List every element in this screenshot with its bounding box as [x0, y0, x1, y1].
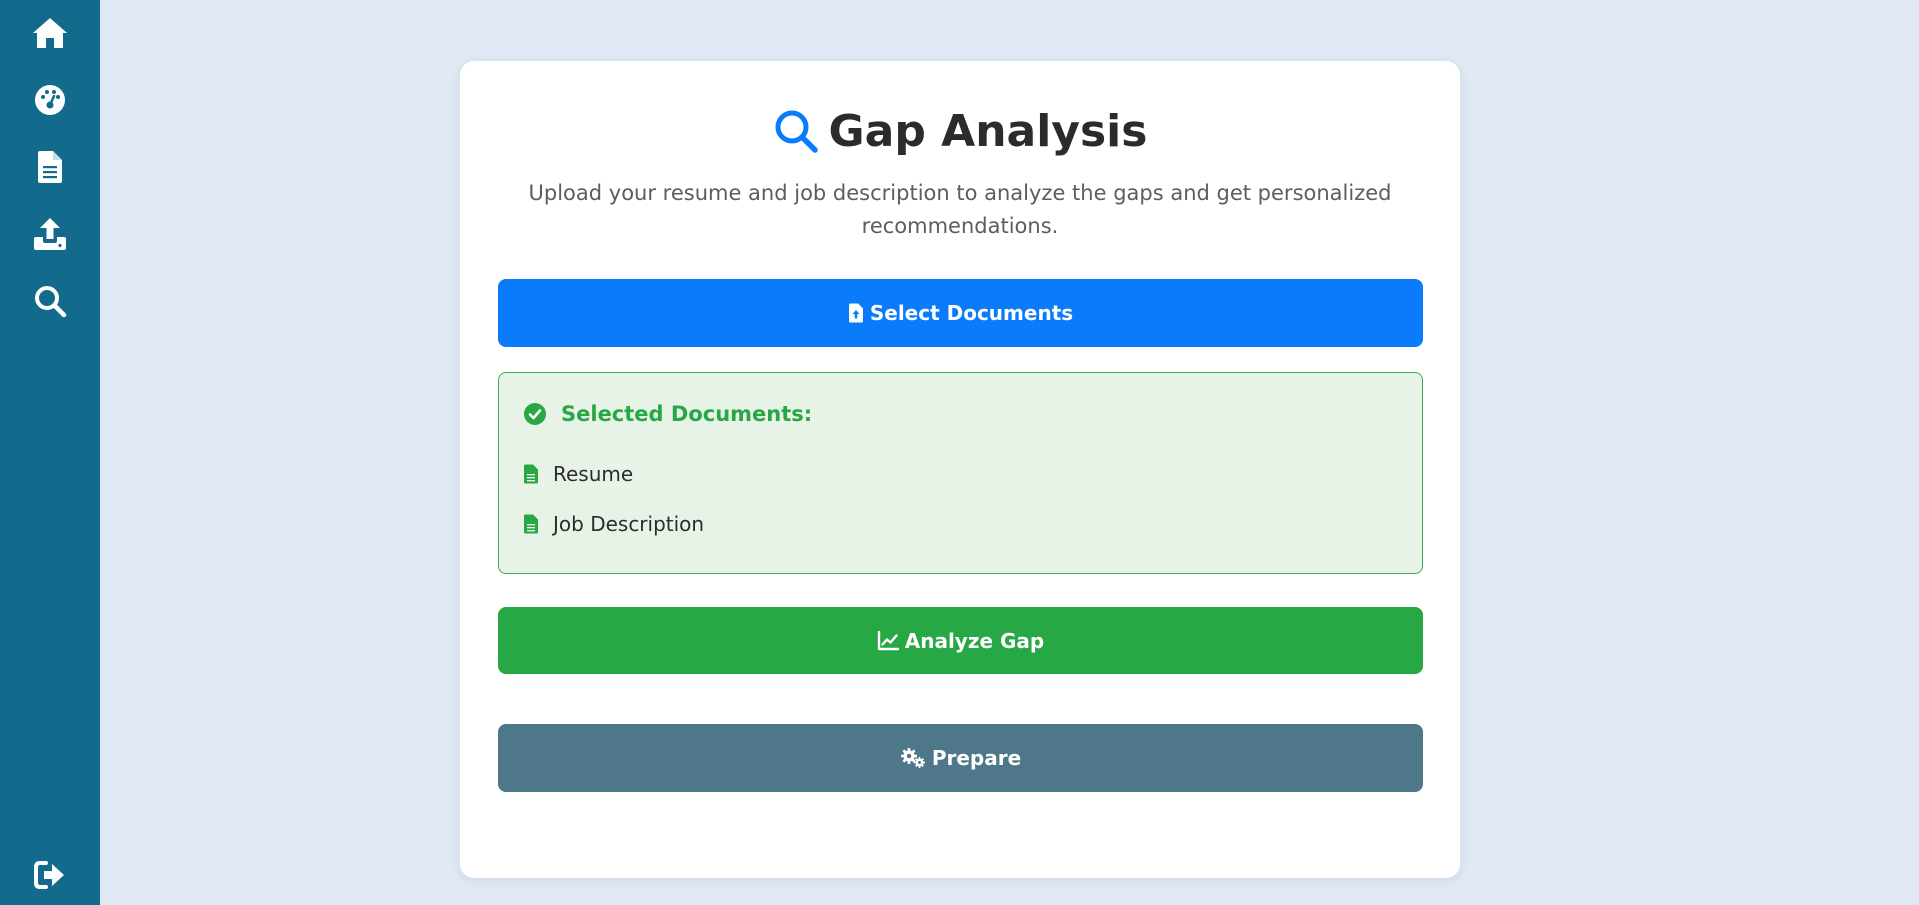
document-name: Job Description — [553, 512, 705, 536]
select-documents-label: Select Documents — [869, 301, 1074, 325]
analyze-gap-button[interactable]: Analyze Gap — [498, 607, 1423, 674]
nav-search-button[interactable] — [25, 276, 75, 326]
gauge-icon — [35, 85, 65, 115]
selected-documents-header: Selected Documents: — [523, 399, 812, 429]
file-icon — [524, 464, 538, 484]
page-header: Gap Analysis — [460, 101, 1460, 161]
gap-analysis-card: Gap Analysis Upload your resume and job … — [460, 61, 1460, 878]
file-icon — [38, 151, 62, 183]
nav-upload-button[interactable] — [25, 209, 75, 259]
chart-line-icon — [877, 630, 899, 650]
nav-documents-button[interactable] — [25, 142, 75, 192]
search-icon — [35, 286, 67, 318]
list-item: Job Description — [523, 509, 704, 539]
file-icon — [524, 514, 538, 534]
file-upload-icon — [848, 303, 863, 323]
page-subtitle: Upload your resume and job description t… — [528, 181, 1392, 238]
gears-icon — [900, 748, 925, 768]
search-icon — [775, 110, 818, 153]
prepare-button[interactable]: Prepare — [498, 724, 1423, 792]
selected-documents-panel: Selected Documents: Resume Job Descripti… — [498, 372, 1423, 574]
document-name: Resume — [553, 462, 634, 486]
page-title: Gap Analysis — [828, 105, 1148, 157]
prepare-label: Prepare — [931, 746, 1022, 770]
check-circle-icon — [524, 403, 546, 425]
nav-home-button[interactable] — [25, 8, 75, 58]
sidebar — [0, 0, 100, 905]
upload-icon — [34, 218, 66, 250]
logout-button[interactable] — [25, 850, 75, 900]
nav-dashboard-button[interactable] — [25, 75, 75, 125]
list-item: Resume — [523, 459, 633, 489]
selected-documents-title: Selected Documents: — [561, 402, 813, 426]
home-icon — [33, 18, 67, 48]
select-documents-button[interactable]: Select Documents — [498, 279, 1423, 347]
sign-out-icon — [34, 861, 64, 889]
analyze-gap-label: Analyze Gap — [904, 628, 1045, 653]
